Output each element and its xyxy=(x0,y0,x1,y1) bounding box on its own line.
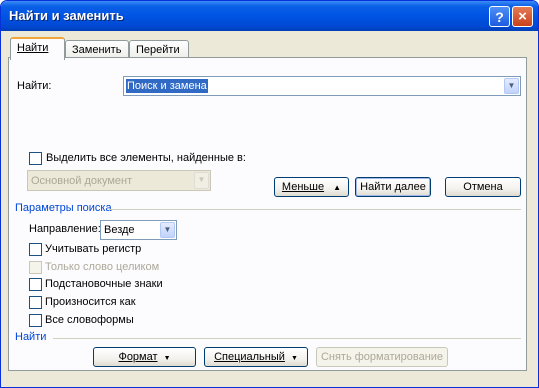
find-next-button[interactable]: Найти далее xyxy=(355,177,431,197)
less-button-label: Меньше xyxy=(281,181,325,193)
whole-word-checkbox xyxy=(29,261,42,274)
whole-word-label: Только слово целиком xyxy=(45,261,160,273)
sounds-like-checkbox[interactable] xyxy=(29,296,42,309)
direction-label: Направление: xyxy=(29,223,101,235)
chevron-down-icon[interactable]: ▼ xyxy=(504,78,519,94)
window-title: Найти и заменить xyxy=(9,8,124,23)
find-replace-dialog: Найти и заменить ? × Найти Заменить Пере… xyxy=(0,0,539,388)
direction-label-text: Направление: xyxy=(29,223,101,235)
find-section-title: Найти xyxy=(15,331,47,343)
wildcards-checkbox[interactable] xyxy=(29,278,42,291)
title-bar[interactable]: Найти и заменить ? × xyxy=(1,1,538,31)
sounds-like-label: Произносится как xyxy=(45,296,136,308)
match-case-checkbox[interactable] xyxy=(29,243,42,256)
divider xyxy=(109,209,521,210)
dropdown-arrow-icon: ▼ xyxy=(163,355,171,362)
special-button[interactable]: Специальный ▼ xyxy=(204,347,308,367)
scope-select-value: Основной документ xyxy=(31,175,133,187)
divider xyxy=(53,338,521,339)
cancel-button-label: Отмена xyxy=(463,181,503,193)
direction-select[interactable]: Везде ▼ xyxy=(100,220,177,240)
chevron-down-icon: ▼ xyxy=(194,172,209,189)
less-button[interactable]: Меньше ▲ xyxy=(274,177,349,197)
direction-select-value: Везде xyxy=(104,224,135,236)
clear-formatting-button: Снять форматирование xyxy=(316,347,448,367)
special-button-label: Специальный xyxy=(214,351,285,363)
scope-select[interactable]: Основной документ ▼ xyxy=(27,170,211,191)
word-forms-label: Все словоформы xyxy=(45,314,134,326)
find-label: Найти: xyxy=(17,80,52,92)
highlight-all-label: Выделить все элементы, найденные в: xyxy=(46,152,246,164)
chevron-down-icon[interactable]: ▼ xyxy=(160,222,175,238)
word-forms-checkbox[interactable] xyxy=(29,314,42,327)
help-button[interactable]: ? xyxy=(489,6,510,27)
tab-replace-label: Заменить xyxy=(72,44,122,56)
find-next-button-label: Найти далее xyxy=(360,181,426,193)
find-input[interactable]: Поиск и замена ▼ xyxy=(123,76,521,96)
match-case-label: Учитывать регистр xyxy=(45,243,142,255)
find-input-value: Поиск и замена xyxy=(126,79,208,93)
tab-find[interactable]: Найти xyxy=(10,37,65,60)
close-button[interactable]: × xyxy=(512,6,533,27)
cancel-button[interactable]: Отмена xyxy=(445,177,521,197)
search-options-title: Параметры поиска xyxy=(15,202,112,214)
tab-goto-label: Перейти xyxy=(136,44,180,56)
tab-panel: Найти: Поиск и замена ▼ Выделить все эле… xyxy=(8,57,527,371)
format-button-label: Формат xyxy=(118,351,158,363)
clear-formatting-button-label: Снять форматирование xyxy=(320,351,444,363)
collapse-arrow-icon: ▲ xyxy=(333,183,342,192)
wildcards-label: Подстановочные знаки xyxy=(45,278,163,290)
highlight-all-checkbox[interactable] xyxy=(29,152,42,165)
format-button[interactable]: Формат ▼ xyxy=(93,347,196,367)
dropdown-arrow-icon: ▼ xyxy=(290,355,298,362)
tab-find-label: Найти xyxy=(17,42,49,54)
